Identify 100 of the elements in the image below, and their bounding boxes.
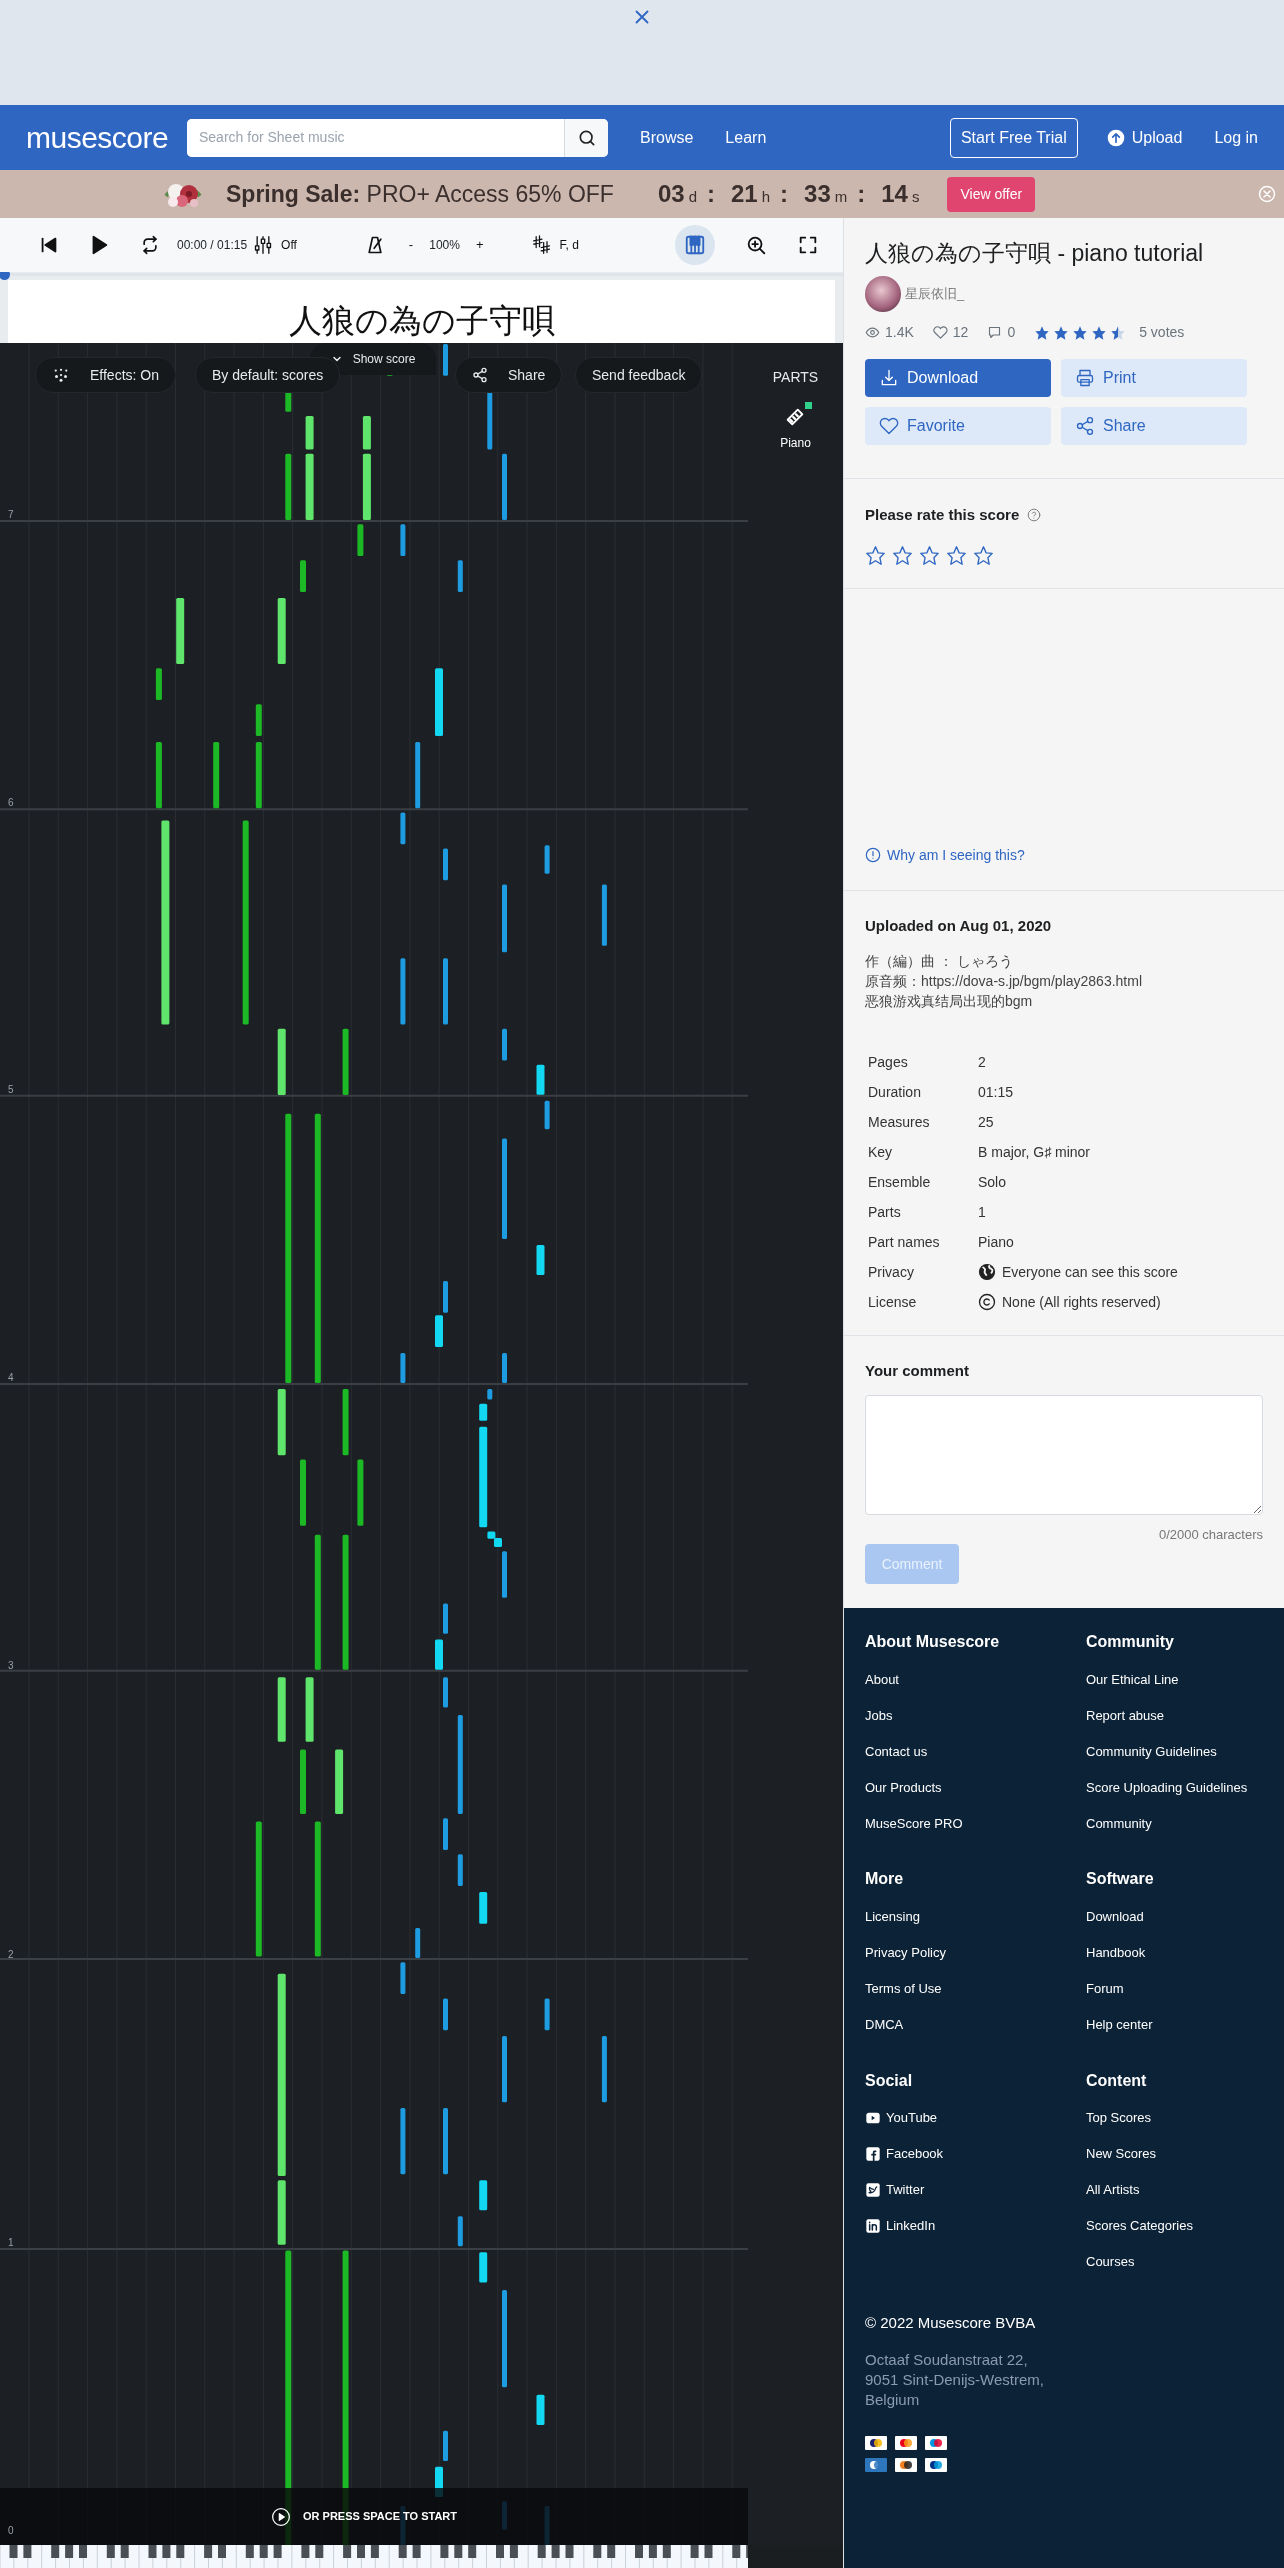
footer-link[interactable]: Our Ethical Line: [1086, 1661, 1284, 1698]
footer-link[interactable]: Scores Categories: [1086, 2207, 1284, 2244]
loop-icon: [140, 235, 160, 255]
star-outline-icon: [865, 544, 886, 566]
twitter-icon: [865, 2181, 881, 2198]
note-bar: [479, 2180, 488, 2211]
countdown-value: 33: [804, 179, 831, 209]
description-link[interactable]: https://dova-s.jp/bgm/play2863.html: [921, 973, 1142, 990]
detail-label: Privacy: [868, 1262, 915, 1282]
note-bar: [400, 524, 406, 556]
star-outline-icon: [946, 544, 967, 566]
note-bar: [213, 742, 220, 809]
note-bar: [277, 597, 286, 665]
chip-button[interactable]: Share: [455, 357, 563, 393]
download-button[interactable]: Download: [865, 359, 1051, 397]
comment-field[interactable]: [865, 1394, 1263, 1515]
footer-heading: More: [865, 1869, 905, 1889]
detail-value: 25: [978, 1112, 994, 1132]
detail-link[interactable]: Solo: [978, 1171, 1007, 1193]
login-link[interactable]: Log in: [1214, 125, 1258, 150]
search-button[interactable]: [564, 118, 608, 157]
ad-info-link[interactable]: Why am I seeing this?: [865, 844, 1025, 866]
chip-button[interactable]: Send feedback: [575, 357, 703, 393]
footer-link[interactable]: YouTube: [865, 2099, 1086, 2136]
footer-link[interactable]: Score Uploading Guidelines: [1086, 1769, 1284, 1806]
detail-value: None (All rights reserved): [1002, 1292, 1161, 1312]
footer-link[interactable]: Forum: [1086, 1970, 1284, 2007]
logo[interactable]: musescore: [26, 115, 186, 160]
nav-link[interactable]: Browse: [640, 125, 694, 150]
search-field[interactable]: Search for Sheet music: [187, 118, 608, 157]
footer-link[interactable]: Terms of Use: [865, 1970, 1086, 2007]
description-line: 原音频：https://dova-s.jp/bgm/play2863.html: [865, 972, 1143, 992]
note-bar: [300, 1459, 306, 1526]
footer-link[interactable]: All Artists: [1086, 2171, 1284, 2208]
measure-number: 4: [8, 1371, 14, 1385]
footer-link[interactable]: Jobs: [865, 1697, 1086, 1734]
footer-link[interactable]: Contact us: [865, 1733, 1086, 1770]
favorite-button[interactable]: Favorite: [865, 407, 1051, 445]
footer-link[interactable]: Twitter: [865, 2171, 1086, 2208]
nav-link[interactable]: Learn: [725, 125, 767, 150]
note-bar: [443, 1818, 448, 1850]
footer-link[interactable]: Our Products: [865, 1769, 1086, 1806]
like-count: 12: [952, 323, 969, 342]
note-bar: [357, 1459, 364, 1526]
footer-link[interactable]: DMCA: [865, 2006, 1086, 2043]
footer-link[interactable]: LinkedIn: [865, 2207, 1086, 2244]
note-bar: [285, 453, 292, 520]
chip-button[interactable]: By default: scores: [195, 357, 341, 393]
note-bar: [362, 416, 371, 450]
footer-link[interactable]: MuseScore PRO: [865, 1805, 1086, 1842]
footer-link[interactable]: Licensing: [865, 1898, 1086, 1935]
footer-link[interactable]: Courses: [1086, 2243, 1284, 2280]
part-button[interactable]: Piano: [780, 406, 811, 452]
note-bar: [155, 742, 162, 809]
zoom-level: 100%: [429, 237, 460, 254]
footer-link[interactable]: Download: [1086, 1898, 1284, 1935]
comment-count: 0: [1007, 323, 1016, 342]
note-bar: [536, 1064, 545, 1095]
footer-link[interactable]: New Scores: [1086, 2135, 1284, 2172]
note-bar: [479, 1403, 488, 1421]
footer-link[interactable]: Handbook: [1086, 1934, 1284, 1971]
upload-link[interactable]: Upload: [1105, 125, 1183, 150]
detail-label: Measures: [868, 1112, 931, 1132]
note-bar: [300, 1749, 306, 1814]
note-bar: [601, 2036, 607, 2103]
author-link[interactable]: 星辰依旧_: [905, 284, 965, 304]
detail-link[interactable]: Piano: [978, 1231, 1014, 1253]
footer-heading: About Musescore: [865, 1632, 1001, 1652]
note-bar: [277, 2180, 286, 2245]
footer-link[interactable]: Facebook: [865, 2135, 1086, 2172]
detail-label: Part names: [868, 1232, 941, 1252]
mixer-button[interactable]: Off: [253, 235, 297, 255]
share-button[interactable]: Share: [1061, 407, 1247, 445]
piano-roll-button[interactable]: [674, 225, 715, 265]
trial-button[interactable]: Start Free Trial: [949, 117, 1078, 158]
footer-link[interactable]: Community Guidelines: [1086, 1733, 1284, 1770]
zoom-out-button[interactable]: -: [408, 235, 414, 255]
footer-link[interactable]: Privacy Policy: [865, 1934, 1086, 1971]
zoom-in-button[interactable]: +: [475, 235, 484, 255]
avatar[interactable]: [865, 276, 901, 312]
note-bar: [502, 1551, 507, 1598]
note-bar: [487, 1389, 493, 1400]
loop-button[interactable]: [140, 235, 160, 255]
section-heading: Please rate this score: [865, 505, 1020, 525]
chip-button[interactable]: Effects: On: [35, 357, 176, 393]
note-bar: [415, 1927, 421, 1958]
note-bar: [300, 560, 306, 592]
heart-icon: [879, 416, 899, 436]
footer-link[interactable]: Report abuse: [1086, 1697, 1284, 1734]
note-bar: [536, 1244, 545, 1275]
key-button[interactable]: F, d: [531, 235, 579, 255]
footer-link[interactable]: Help center: [1086, 2006, 1284, 2043]
footer-link[interactable]: About: [865, 1661, 1086, 1698]
footer-link[interactable]: Community: [1086, 1805, 1284, 1842]
facebook-icon: [865, 2145, 881, 2162]
footer-link[interactable]: Top Scores: [1086, 2099, 1284, 2136]
print-button[interactable]: Print: [1061, 359, 1247, 397]
note-bar: [357, 524, 364, 556]
view-offer-button[interactable]: View offer: [947, 176, 1036, 212]
payment-card-icon: [895, 2458, 917, 2473]
